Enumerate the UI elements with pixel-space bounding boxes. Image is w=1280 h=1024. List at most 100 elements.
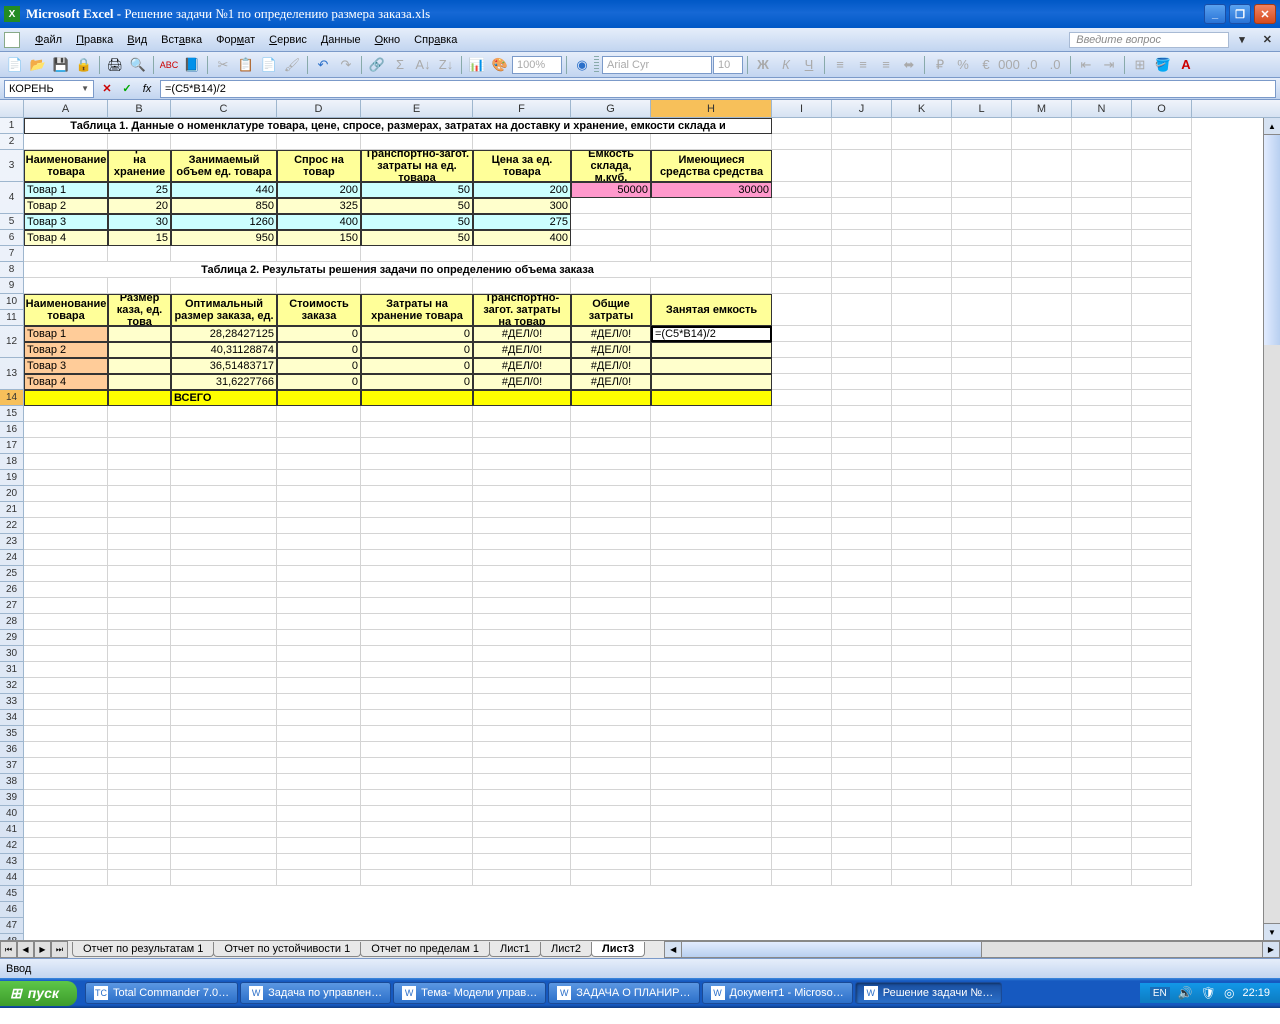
print-button[interactable]: 🖨 — [104, 54, 126, 76]
cell-M41[interactable] — [1012, 758, 1072, 774]
cell-F19[interactable] — [473, 406, 571, 422]
cell-M44[interactable] — [1012, 806, 1072, 822]
cell-A44[interactable] — [24, 806, 108, 822]
cell-N35[interactable] — [1072, 662, 1132, 678]
cell-A12[interactable]: Наименование товара — [24, 294, 108, 326]
cell-M45[interactable] — [1012, 822, 1072, 838]
scroll-up-button[interactable]: ▲ — [1264, 118, 1280, 135]
cell-O9[interactable] — [1132, 246, 1192, 262]
cell-K29[interactable] — [892, 566, 952, 582]
cell-N37[interactable] — [1072, 694, 1132, 710]
row-header-42[interactable]: 42 — [0, 838, 24, 854]
cell-O38[interactable] — [1132, 710, 1192, 726]
cell-B37[interactable] — [108, 694, 171, 710]
comma-button[interactable]: 000 — [998, 54, 1020, 76]
cell-I27[interactable] — [772, 534, 832, 550]
merge-button[interactable]: ⬌ — [898, 54, 920, 76]
cell-J26[interactable] — [832, 518, 892, 534]
cell-J28[interactable] — [832, 550, 892, 566]
cell-J43[interactable] — [832, 790, 892, 806]
row-header-14[interactable]: 14 — [0, 390, 24, 406]
cell-I34[interactable] — [772, 646, 832, 662]
cell-O27[interactable] — [1132, 534, 1192, 550]
cell-A35[interactable] — [24, 662, 108, 678]
cell-I12[interactable] — [772, 294, 832, 326]
cell-O15[interactable] — [1132, 342, 1192, 358]
cell-G31[interactable] — [571, 598, 651, 614]
first-sheet-button[interactable]: ⏮ — [0, 941, 17, 958]
tray-icon-1[interactable]: 🔊 — [1178, 986, 1193, 1000]
row-header-15[interactable]: 15 — [0, 406, 24, 422]
cell-J7[interactable] — [832, 214, 892, 230]
cell-J42[interactable] — [832, 774, 892, 790]
cell-J14[interactable] — [832, 326, 892, 342]
cell-C3[interactable]: Занимаемый объем ед. товара — [171, 150, 277, 182]
cell-J38[interactable] — [832, 710, 892, 726]
sheet-tab-3[interactable]: Лист1 — [489, 942, 541, 957]
permission-button[interactable]: 🔒 — [73, 54, 95, 76]
cell-F41[interactable] — [473, 758, 571, 774]
cell-H15[interactable] — [651, 342, 772, 358]
cell-A43[interactable] — [24, 790, 108, 806]
cell-H28[interactable] — [651, 550, 772, 566]
cell-O1[interactable] — [1132, 118, 1192, 134]
cell-C21[interactable] — [171, 438, 277, 454]
cell-D46[interactable] — [277, 838, 361, 854]
cell-O25[interactable] — [1132, 502, 1192, 518]
row-header-33[interactable]: 33 — [0, 694, 24, 710]
row-header-9[interactable]: 9 — [0, 278, 24, 294]
cell-C6[interactable]: 850 — [171, 198, 277, 214]
cell-L2[interactable] — [952, 134, 1012, 150]
cell-F28[interactable] — [473, 550, 571, 566]
cell-H12[interactable]: Занятая емкость — [651, 294, 772, 326]
cell-C16[interactable]: 36,51483717 — [171, 358, 277, 374]
cell-B26[interactable] — [108, 518, 171, 534]
cell-K12[interactable] — [892, 294, 952, 326]
cell-E5[interactable]: 50 — [361, 182, 473, 198]
cell-N15[interactable] — [1072, 342, 1132, 358]
cell-J34[interactable] — [832, 646, 892, 662]
row-header-26[interactable]: 26 — [0, 582, 24, 598]
row-header-30[interactable]: 30 — [0, 646, 24, 662]
cell-A16[interactable]: Товар 3 — [24, 358, 108, 374]
cell-I44[interactable] — [772, 806, 832, 822]
row-header-36[interactable]: 36 — [0, 742, 24, 758]
cell-H43[interactable] — [651, 790, 772, 806]
cell-J25[interactable] — [832, 502, 892, 518]
cell-F17[interactable]: #ДЕЛ/0! — [473, 374, 571, 390]
cell-H23[interactable] — [651, 470, 772, 486]
cell-N22[interactable] — [1072, 454, 1132, 470]
cell-I29[interactable] — [772, 566, 832, 582]
cell-O35[interactable] — [1132, 662, 1192, 678]
cell-C42[interactable] — [171, 774, 277, 790]
cell-A19[interactable] — [24, 406, 108, 422]
cell-J41[interactable] — [832, 758, 892, 774]
cell-E25[interactable] — [361, 502, 473, 518]
cell-E14[interactable]: 0 — [361, 326, 473, 342]
cell-D31[interactable] — [277, 598, 361, 614]
font-combo[interactable]: Arial Cyr — [602, 56, 712, 74]
cell-L25[interactable] — [952, 502, 1012, 518]
cell-G15[interactable]: #ДЕЛ/0! — [571, 342, 651, 358]
cell-E44[interactable] — [361, 806, 473, 822]
cell-H32[interactable] — [651, 614, 772, 630]
cell-F43[interactable] — [473, 790, 571, 806]
cell-I23[interactable] — [772, 470, 832, 486]
cell-M15[interactable] — [1012, 342, 1072, 358]
cell-D29[interactable] — [277, 566, 361, 582]
scroll-down-button[interactable]: ▼ — [1264, 923, 1280, 940]
cell-N26[interactable] — [1072, 518, 1132, 534]
cell-J45[interactable] — [832, 822, 892, 838]
cell-I1[interactable] — [772, 118, 832, 134]
cell-C8[interactable]: 950 — [171, 230, 277, 246]
cell-O16[interactable] — [1132, 358, 1192, 374]
cell-G24[interactable] — [571, 486, 651, 502]
cell-I6[interactable] — [772, 198, 832, 214]
col-header-G[interactable]: G — [571, 100, 651, 117]
cell-H22[interactable] — [651, 454, 772, 470]
cell-O24[interactable] — [1132, 486, 1192, 502]
cell-G38[interactable] — [571, 710, 651, 726]
cell-O42[interactable] — [1132, 774, 1192, 790]
cell-I40[interactable] — [772, 742, 832, 758]
cell-F5[interactable]: 200 — [473, 182, 571, 198]
